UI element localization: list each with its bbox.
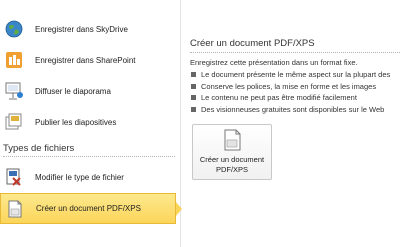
change-file-type-icon — [4, 167, 24, 187]
title-divider — [190, 52, 400, 53]
bullet-icon — [191, 106, 196, 112]
create-pdf-xps-button[interactable]: Créer un document PDF/XPS — [192, 124, 272, 180]
publish-slides-icon — [4, 112, 24, 132]
publish-slides-item[interactable]: Publier les diapositives — [0, 107, 180, 137]
create-pdf-xps-label: Créer un document PDF/XPS — [36, 204, 141, 213]
create-pdf-xps-button-label: Créer un document PDF/XPS — [199, 155, 265, 174]
left-panel: Enregistrer dans SkyDrive Enregistrer da… — [0, 0, 182, 247]
panel-title: Créer un document PDF/XPS — [190, 38, 315, 49]
pdf-xps-document-icon — [223, 129, 243, 151]
broadcast-slideshow-item[interactable]: Diffuser le diaporama — [0, 76, 180, 106]
file-types-section-title: Types de fichiers — [3, 143, 75, 154]
section-divider — [3, 156, 175, 157]
change-file-type-item[interactable]: Modifier le type de fichier — [0, 162, 180, 192]
save-to-skydrive-label: Enregistrer dans SkyDrive — [35, 24, 128, 34]
list-item: Le contenu ne peut pas être modifié faci… — [190, 93, 400, 105]
intro-text: Enregistrez cette présentation dans un f… — [190, 58, 358, 67]
sharepoint-icon — [4, 50, 24, 70]
save-to-skydrive-item[interactable]: Enregistrer dans SkyDrive — [0, 14, 180, 44]
right-panel: Créer un document PDF/XPS Enregistrez ce… — [190, 0, 400, 247]
bullet-icon — [191, 72, 196, 77]
change-file-type-label: Modifier le type de fichier — [35, 172, 124, 182]
broadcast-slideshow-icon — [4, 81, 24, 101]
pdf-xps-document-icon — [5, 199, 25, 219]
list-item: Le document présente le même aspect sur … — [190, 70, 400, 82]
broadcast-slideshow-label: Diffuser le diaporama — [35, 86, 111, 96]
list-item: Conserve les polices, la mise en forme e… — [190, 82, 400, 94]
save-to-sharepoint-label: Enregistrer dans SharePoint — [35, 55, 136, 65]
create-pdf-xps-item[interactable]: Créer un document PDF/XPS — [0, 193, 182, 224]
feature-list: Le document présente le même aspect sur … — [190, 70, 400, 116]
list-item: Des visionneuses gratuites sont disponib… — [190, 105, 400, 117]
publish-slides-label: Publier les diapositives — [35, 117, 117, 127]
bullet-icon — [191, 95, 196, 100]
bullet-icon — [191, 83, 196, 89]
skydrive-globe-icon — [4, 19, 24, 39]
save-to-sharepoint-item[interactable]: Enregistrer dans SharePoint — [0, 45, 180, 75]
